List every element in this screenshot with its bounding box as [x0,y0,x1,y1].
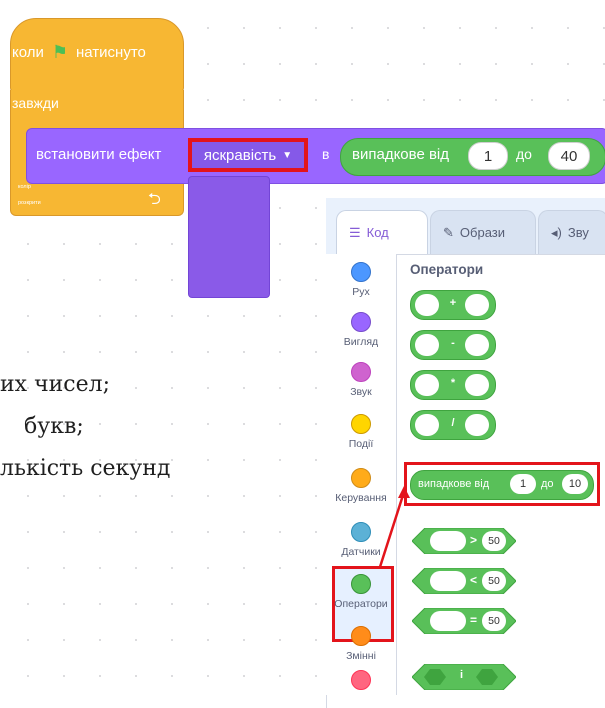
callout-arrow-icon [378,486,410,568]
book-text-line: лькість секунд [0,456,171,481]
book-text-line: букв; [24,414,84,439]
book-text-line: их чисел; [0,372,110,397]
